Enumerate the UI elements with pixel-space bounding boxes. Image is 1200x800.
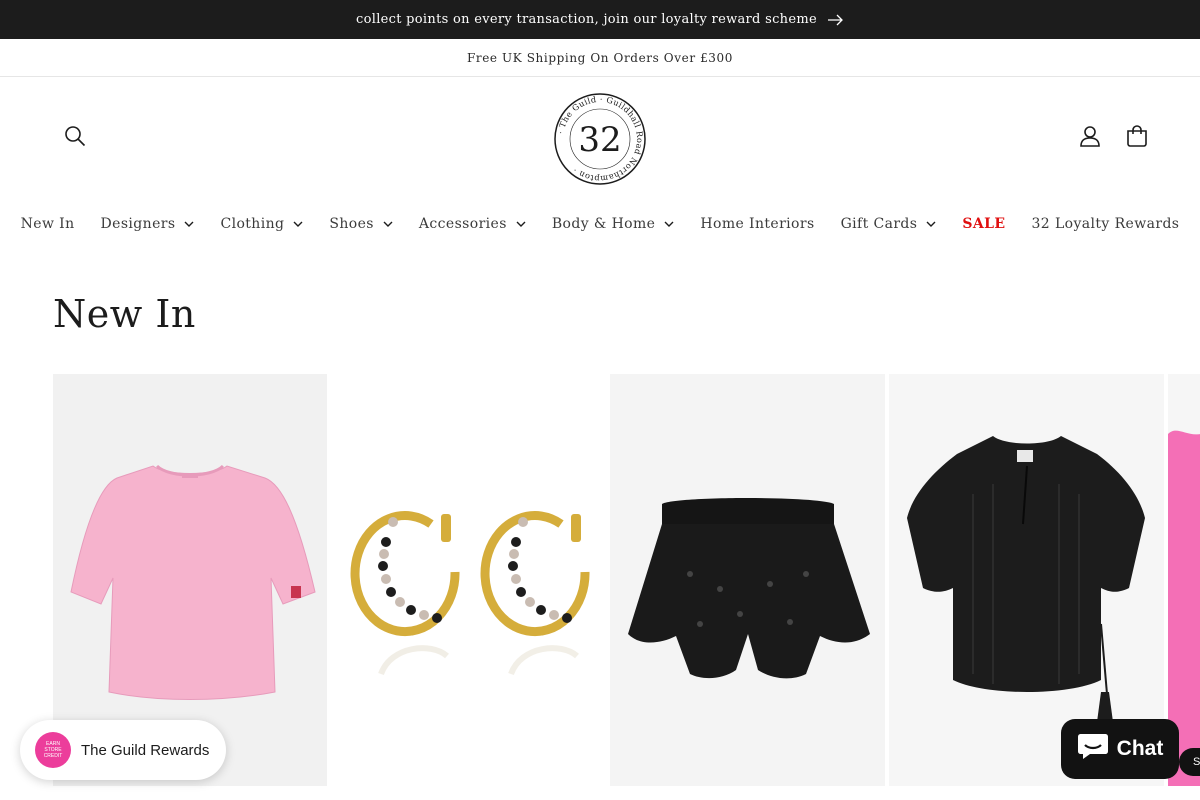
arrow-right-icon: [827, 14, 844, 26]
main-nav: New In Designers Clothing Shoes Accessor…: [0, 205, 1200, 243]
edge-widget-label: S: [1193, 756, 1200, 768]
chevron-down-icon: [664, 221, 674, 227]
nav-item-label: Shoes: [329, 216, 374, 232]
shipping-text: Free UK Shipping On Orders Over £300: [466, 50, 734, 65]
rewards-badge-line: CREDIT: [43, 753, 63, 759]
nav-item-label: Clothing: [220, 216, 285, 232]
nav-item-gift-cards[interactable]: Gift Cards: [828, 205, 950, 243]
edge-widget-button[interactable]: S: [1179, 748, 1200, 776]
product-image-gold-hoop-earrings: [331, 374, 606, 786]
chevron-down-icon: [383, 221, 393, 227]
nav-item-body-home[interactable]: Body & Home: [539, 205, 688, 243]
cart-icon: [1126, 125, 1148, 151]
rewards-launcher[interactable]: EARN STORE CREDIT The Guild Rewards: [20, 720, 226, 780]
nav-item-designers[interactable]: Designers: [88, 205, 208, 243]
product-card[interactable]: [331, 374, 606, 786]
logo-number: 32: [578, 120, 621, 160]
chevron-down-icon: [184, 221, 194, 227]
announcement-bar[interactable]: collect points on every transaction, joi…: [0, 0, 1200, 39]
nav-item-home-interiors[interactable]: Home Interiors: [687, 205, 827, 243]
product-image-black-lace-shorts: [610, 374, 885, 786]
product-card[interactable]: [610, 374, 885, 786]
account-button[interactable]: [1068, 116, 1112, 160]
nav-item-new-in[interactable]: New In: [8, 205, 88, 243]
nav-item-label: SALE: [962, 216, 1006, 232]
search-button[interactable]: [53, 116, 97, 160]
chevron-down-icon: [293, 221, 303, 227]
nav-item-loyalty-rewards[interactable]: 32 Loyalty Rewards: [1018, 205, 1192, 243]
nav-item-shoes[interactable]: Shoes: [316, 205, 406, 243]
nav-item-accessories[interactable]: Accessories: [406, 205, 539, 243]
nav-item-label: Body & Home: [551, 216, 656, 232]
search-icon: [64, 125, 86, 151]
chevron-down-icon: [926, 221, 936, 227]
store-logo[interactable]: · The Guild · Guildhall Road Northampton…: [553, 92, 647, 186]
account-icon: [1079, 125, 1101, 151]
section-title: New In: [53, 292, 196, 336]
chat-button[interactable]: Chat: [1061, 719, 1179, 779]
rewards-badge: EARN STORE CREDIT: [35, 732, 71, 768]
chat-icon: [1077, 731, 1109, 767]
nav-item-clothing[interactable]: Clothing: [207, 205, 316, 243]
chevron-down-icon: [516, 221, 526, 227]
nav-item-sale[interactable]: SALE: [949, 205, 1018, 243]
nav-item-label: Home Interiors: [700, 216, 815, 232]
nav-item-label: 32 Loyalty Rewards: [1031, 216, 1180, 232]
announcement-text[interactable]: collect points on every transaction, joi…: [356, 12, 817, 27]
nav-item-label: Accessories: [418, 216, 507, 232]
nav-item-label: New In: [20, 216, 75, 232]
shipping-bar: Free UK Shipping On Orders Over £300: [0, 39, 1200, 77]
nav-item-label: Designers: [100, 216, 176, 232]
cart-button[interactable]: [1115, 116, 1159, 160]
rewards-label: The Guild Rewards: [81, 741, 210, 759]
chat-label: Chat: [1116, 737, 1164, 760]
nav-item-label: Gift Cards: [840, 216, 918, 232]
